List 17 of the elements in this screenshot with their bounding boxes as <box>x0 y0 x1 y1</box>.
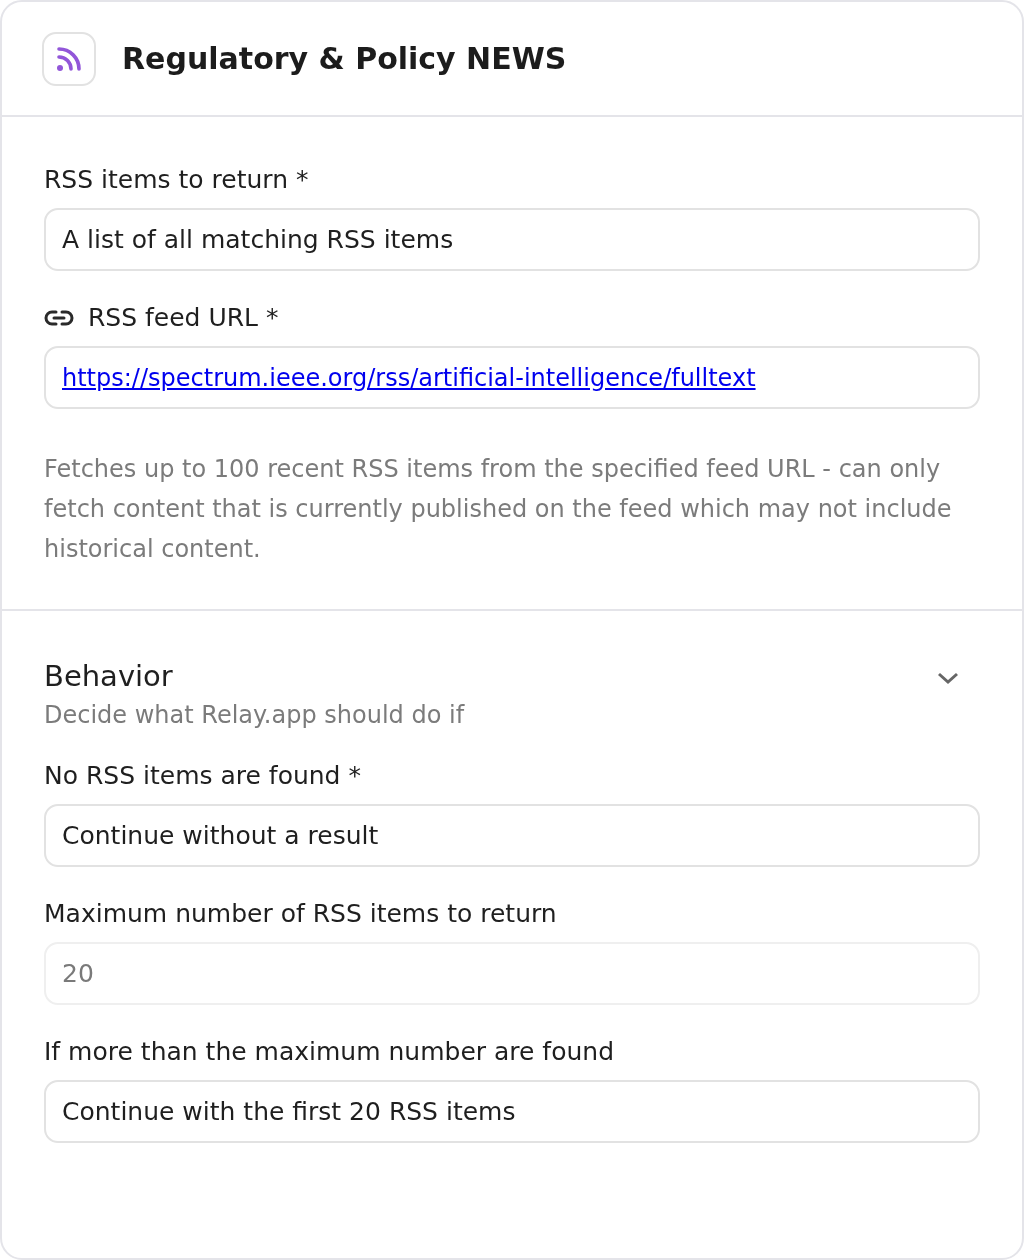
select-field[interactable]: Continue without a result <box>44 804 980 867</box>
field-label: RSS feed URL * <box>88 303 279 332</box>
panel-title: Regulatory & Policy NEWS <box>122 41 567 76</box>
field-label: RSS items to return * <box>44 165 309 194</box>
number-field[interactable]: 20 <box>44 942 980 1005</box>
feed-link[interactable]: https://spectrum.ieee.org/rss/artificial-intelligence/fulltext <box>62 363 756 392</box>
url-field[interactable]: https://spectrum.ieee.org/rss/artificial-intelligence/fulltext <box>44 346 980 409</box>
section-title: Behavior <box>44 659 174 693</box>
field-label: No RSS items are found * <box>44 761 361 790</box>
section-subtitle: Decide what Relay.app should do if <box>44 701 465 729</box>
link-icon <box>44 308 74 327</box>
field-label: If more than the maximum number are found <box>44 1037 615 1066</box>
help-text: Fetches up to 100 recent RSS items from the specified feed URL - can only fetch content that is currently published on the feed which may not include historical content. <box>44 454 953 565</box>
field-label: Maximum number of RSS items to return <box>44 899 557 928</box>
select-field[interactable]: A list of all matching RSS items <box>44 208 980 271</box>
select-field[interactable]: Continue with the first 20 RSS items <box>44 1080 980 1143</box>
rss-icon <box>42 31 96 86</box>
